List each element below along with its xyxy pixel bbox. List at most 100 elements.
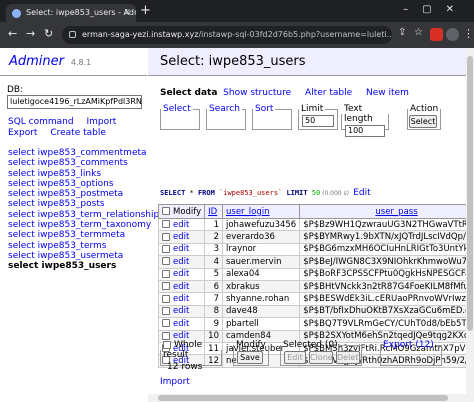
sort-fieldset[interactable]: Sort — [252, 104, 292, 130]
alter-table-link[interactable]: Alter table — [305, 88, 352, 98]
import-link[interactable]: Import — [160, 377, 190, 387]
select-link[interactable]: select — [8, 148, 35, 158]
cell-user-pass: $P$Bz9WH1QzwrauUG3N2THGwaVTtRn/IW/ — [299, 217, 466, 232]
whole-result-checkbox[interactable] — [163, 340, 171, 349]
cell-id: 2 — [204, 230, 223, 244]
profile-avatar[interactable] — [446, 28, 459, 41]
select-link[interactable]: select — [8, 189, 35, 199]
save-button[interactable]: Save — [237, 351, 263, 364]
select-legend[interactable]: Select — [161, 104, 193, 114]
column-header-link[interactable]: user_pass — [375, 207, 417, 217]
table-link[interactable]: iwpe853_usermeta — [38, 251, 124, 261]
export-legend[interactable]: Export (12) — [381, 340, 436, 350]
select-link[interactable]: select — [8, 251, 35, 261]
table-link[interactable]: iwpe853_posts — [38, 199, 105, 209]
horizontal-scrollbar-thumb[interactable] — [158, 395, 448, 401]
export-fieldset[interactable]: Export (12) — [380, 340, 442, 366]
vertical-scrollbar-thumb[interactable] — [467, 56, 473, 331]
share-icon[interactable]: ⇪ — [398, 27, 406, 38]
row-edit-link[interactable]: edit — [173, 257, 189, 267]
db-select[interactable]: luletigoce4196_rLzAMiKpfPdl3RNkY0a6 — [7, 95, 142, 109]
row-checkbox[interactable] — [162, 294, 170, 303]
show-structure-link[interactable]: Show structure — [223, 88, 291, 98]
create-table-link[interactable]: Create table — [50, 128, 106, 138]
sort-legend[interactable]: Sort — [253, 104, 275, 114]
export-link[interactable]: Export — [8, 128, 37, 138]
browser-tab[interactable]: Select: iwpe853_users - Adminer ✕ — [6, 4, 136, 22]
row-checkbox[interactable] — [162, 269, 170, 278]
select-link[interactable]: select — [8, 158, 35, 168]
action-legend: Action — [410, 104, 439, 114]
row-edit-link[interactable]: edit — [173, 220, 189, 230]
row-checkbox[interactable] — [162, 331, 170, 340]
forward-icon[interactable]: → — [26, 27, 35, 40]
row-checkbox[interactable] — [162, 306, 170, 315]
whole-result-legend[interactable]: Whole result — [161, 340, 221, 360]
column-header-user-pass[interactable]: user_pass — [299, 204, 466, 219]
row-edit-link[interactable]: edit — [173, 306, 189, 316]
row-edit-link[interactable]: edit — [173, 319, 189, 329]
select-all-checkbox[interactable] — [162, 207, 170, 215]
table-link[interactable]: iwpe853_term_taxonomy — [38, 220, 152, 230]
new-tab-icon[interactable]: + — [140, 3, 151, 18]
horizontal-scrollbar[interactable] — [148, 394, 466, 402]
row-edit-link[interactable]: edit — [173, 282, 189, 292]
sql-edit-link[interactable]: Edit — [353, 188, 370, 198]
row-checkbox[interactable] — [162, 220, 170, 229]
browser-menu-icon[interactable]: ⋮ — [463, 27, 474, 40]
row-edit-link[interactable]: edit — [173, 294, 189, 304]
limit-input[interactable]: 50 — [302, 115, 334, 127]
table-link[interactable]: iwpe853_links — [38, 169, 101, 179]
select-link[interactable]: select — [8, 169, 35, 179]
table-link[interactable]: iwpe853_commentmeta — [38, 148, 147, 158]
select-link[interactable]: select — [8, 210, 35, 220]
new-item-link[interactable]: New item — [366, 88, 409, 98]
import-link[interactable]: Import — [86, 117, 116, 127]
select-link[interactable]: select — [8, 241, 35, 251]
select-submit-button[interactable]: Select — [409, 115, 437, 128]
row-edit-link[interactable]: edit — [173, 232, 189, 242]
table-link[interactable]: iwpe853_options — [38, 179, 114, 189]
row-checkbox[interactable] — [162, 319, 170, 328]
column-header-link[interactable]: user_login — [226, 207, 270, 217]
search-fieldset[interactable]: Search — [206, 104, 246, 130]
row-checkbox[interactable] — [162, 232, 170, 241]
row-edit-link[interactable]: edit — [173, 244, 189, 254]
table-link[interactable]: iwpe853_postmeta — [38, 189, 124, 199]
table-link[interactable]: iwpe853_comments — [38, 158, 128, 168]
table-link[interactable]: iwpe853_terms — [38, 241, 107, 251]
edit-selected-button[interactable]: Edit — [284, 351, 306, 364]
table-link[interactable]: iwpe853_termmeta — [38, 230, 126, 240]
row-edit-link[interactable]: edit — [173, 269, 189, 279]
row-modify-cell: edit — [157, 292, 206, 306]
text-length-input[interactable]: 100 — [345, 125, 385, 137]
reload-icon[interactable]: ↻ — [44, 27, 53, 40]
close-tab-icon[interactable]: ✕ — [123, 4, 131, 22]
modify-header[interactable]: Modify — [157, 204, 206, 219]
select-link[interactable]: select — [8, 179, 35, 189]
extension-icon[interactable] — [430, 28, 443, 41]
column-header-link[interactable]: ID — [208, 207, 217, 217]
row-checkbox[interactable] — [162, 244, 170, 253]
table-link[interactable]: iwpe853_term_relationships — [38, 210, 164, 220]
window-controls[interactable]: –▢✕ — [403, 4, 468, 15]
vertical-scrollbar[interactable] — [466, 48, 474, 402]
clone-selected-button[interactable]: Clone — [309, 351, 333, 364]
row-checkbox[interactable] — [162, 282, 170, 291]
delete-selected-button[interactable]: Delete — [336, 351, 363, 364]
bookmark-star-icon[interactable]: ☆ — [414, 27, 423, 38]
row-checkbox[interactable] — [162, 257, 170, 266]
adminer-logo[interactable]: Adminer — [9, 54, 64, 69]
table-row: edit 8 dave48 $P$BT/bfIxDhuOKtB7XsXzaGCu6mE… — [157, 304, 466, 319]
select-fieldset[interactable]: Select — [160, 104, 200, 130]
search-legend[interactable]: Search — [207, 104, 242, 114]
sql-command-link[interactable]: SQL command — [8, 117, 74, 127]
column-header-user-login[interactable]: user_login — [221, 204, 301, 219]
address-bar[interactable]: erman-saga-yezi.instawp.xyz/instawp-sql-… — [62, 26, 392, 44]
column-header-id[interactable]: ID — [204, 204, 223, 219]
select-link[interactable]: select — [8, 230, 35, 240]
limit-legend: Limit — [301, 104, 324, 114]
back-icon[interactable]: ← — [8, 27, 17, 40]
select-link[interactable]: select — [8, 199, 35, 209]
select-link[interactable]: select — [8, 220, 35, 230]
